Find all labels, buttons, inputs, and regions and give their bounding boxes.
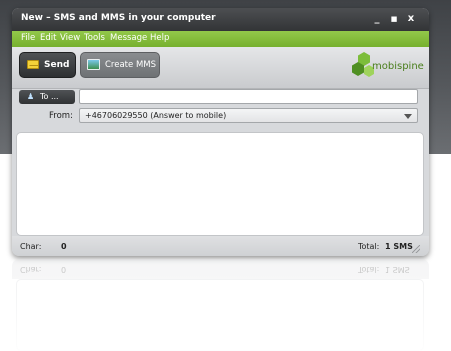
title-bar[interactable]: New – SMS and MMS in your computer _ ■ x <box>12 8 429 31</box>
to-field[interactable] <box>79 89 418 104</box>
create-mms-button[interactable]: Create MMS <box>80 52 160 78</box>
menu-bar: File Edit View Tools Message Help <box>12 31 429 47</box>
send-label: Send <box>44 60 70 70</box>
menu-tools[interactable]: Tools <box>84 33 105 43</box>
menu-file[interactable]: File <box>21 33 35 43</box>
maximize-button[interactable]: ■ <box>388 13 400 25</box>
window-title: New – SMS and MMS in your computer <box>21 13 216 23</box>
from-label: From: <box>49 111 73 121</box>
total-label: Total: <box>358 242 380 251</box>
resize-grip-icon[interactable] <box>412 245 420 253</box>
envelope-icon <box>27 60 39 69</box>
status-bar: Char: 0 Total: 1 SMS <box>12 236 429 256</box>
reflection-fade <box>0 259 451 351</box>
logo-text: mobispine <box>372 61 424 72</box>
menu-view[interactable]: View <box>60 33 80 43</box>
minimize-button[interactable]: _ <box>371 13 383 25</box>
from-selected-value: +46706029550 (Answer to mobile) <box>85 111 227 120</box>
menu-help[interactable]: Help <box>150 33 169 43</box>
char-count-value: 0 <box>61 242 67 251</box>
total-value: 1 SMS <box>385 242 413 251</box>
char-count-label: Char: <box>20 242 42 251</box>
toolbar: Send Create MMS mobispine <box>12 47 429 89</box>
chevron-down-icon[interactable] <box>404 114 412 119</box>
mobispine-logo: mobispine <box>352 49 424 83</box>
message-textarea[interactable] <box>16 132 424 236</box>
contact-icon: ♟ <box>27 92 35 101</box>
menu-edit[interactable]: Edit <box>40 33 56 43</box>
to-button-label: To ... <box>40 92 59 101</box>
compose-window: New – SMS and MMS in your computer _ ■ x… <box>12 8 429 256</box>
menu-message[interactable]: Message <box>110 33 147 43</box>
from-select[interactable]: +46706029550 (Answer to mobile) <box>79 108 418 123</box>
create-mms-label: Create MMS <box>105 60 157 70</box>
to-button[interactable]: ♟ To ... <box>19 90 75 104</box>
picture-icon <box>87 59 100 70</box>
close-button[interactable]: x <box>405 13 417 25</box>
send-button[interactable]: Send <box>19 52 76 78</box>
